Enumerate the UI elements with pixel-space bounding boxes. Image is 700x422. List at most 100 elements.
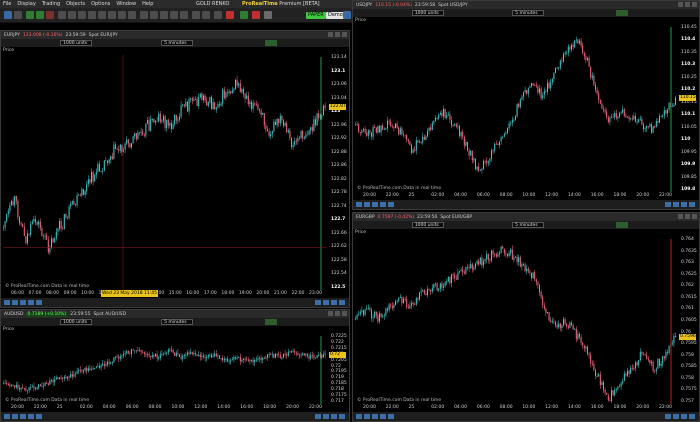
menu-display[interactable]: Display	[14, 1, 38, 7]
sell-icon[interactable]	[252, 11, 260, 19]
print-icon[interactable]	[12, 300, 18, 305]
candle-body	[555, 67, 556, 73]
link-icon[interactable]	[388, 414, 394, 419]
window-icon[interactable]	[343, 11, 351, 19]
settings-icon[interactable]	[28, 300, 34, 305]
time-tick: 22:00	[309, 405, 322, 410]
expand-icon[interactable]	[689, 202, 695, 207]
candle-body	[279, 354, 281, 359]
time-axis[interactable]: 20:00 22:00 25 02:00 04:00 06:00 08:00 10:00 12:…	[1, 404, 327, 411]
search-icon[interactable]	[681, 414, 687, 419]
candle-body	[30, 386, 32, 388]
target-icon[interactable]	[214, 11, 222, 19]
candle-body	[364, 128, 366, 133]
pointer-icon[interactable]	[58, 11, 66, 19]
record-icon[interactable]	[226, 11, 234, 19]
print-icon[interactable]	[364, 202, 370, 207]
candle-chart[interactable]	[353, 1, 699, 209]
candle-body	[121, 355, 123, 357]
candle-body	[399, 297, 401, 298]
candle-chart[interactable]	[1, 31, 349, 307]
share-icon[interactable]	[372, 202, 378, 207]
search-icon[interactable]	[331, 300, 337, 305]
layout-icon[interactable]	[14, 11, 22, 19]
buy-icon[interactable]	[240, 11, 248, 19]
zoom-out-icon[interactable]	[323, 414, 329, 419]
save-icon[interactable]	[356, 414, 362, 419]
zoom-out-icon[interactable]	[673, 202, 679, 207]
link-icon[interactable]	[36, 414, 42, 419]
zoom-in-icon[interactable]	[315, 300, 321, 305]
zoom-in-icon[interactable]	[665, 414, 671, 419]
settings-icon[interactable]	[28, 414, 34, 419]
candle-body	[255, 104, 257, 106]
zoom-in-icon[interactable]	[665, 202, 671, 207]
settings-icon[interactable]	[380, 202, 386, 207]
search-icon[interactable]	[681, 202, 687, 207]
save-icon[interactable]	[4, 300, 10, 305]
candle-body	[603, 382, 604, 390]
trend-tool-icon[interactable]	[98, 11, 106, 19]
save-icon[interactable]	[356, 202, 362, 207]
expand-icon[interactable]	[689, 414, 695, 419]
menu-window[interactable]: Window	[113, 1, 139, 7]
link-icon[interactable]	[388, 202, 394, 207]
menu-trading[interactable]: Trading	[39, 1, 63, 7]
time-axis[interactable]: 06:0007:0008:0009:0010:0011:0012:0013:00…	[1, 290, 327, 297]
candle-chart[interactable]	[353, 213, 699, 421]
candle-body	[507, 128, 508, 134]
line-tool-icon[interactable]	[68, 11, 76, 19]
menu-help[interactable]: Help	[139, 1, 156, 7]
new-window-icon[interactable]	[4, 11, 12, 19]
save-icon[interactable]	[4, 414, 10, 419]
candle-body	[140, 350, 142, 352]
expand-icon[interactable]	[339, 300, 345, 305]
zoom-out-icon[interactable]	[323, 300, 329, 305]
candle-body	[612, 116, 614, 118]
ellipse-tool-icon[interactable]	[160, 11, 168, 19]
time-tick: 18:00	[221, 291, 235, 296]
circle-shape-icon[interactable]	[202, 11, 210, 19]
ray-tool-icon[interactable]	[108, 11, 116, 19]
curve-tool-icon[interactable]	[128, 11, 136, 19]
price-axis[interactable]: 0.764 0.7635 0.763 0.7625 0.762 0.7615 0.761 0.…	[679, 237, 699, 404]
expand-icon[interactable]	[339, 414, 345, 419]
candle-body	[355, 318, 356, 320]
link-icon[interactable]	[36, 300, 42, 305]
candle-body	[611, 116, 612, 118]
share-icon[interactable]	[372, 414, 378, 419]
candle-body	[481, 257, 483, 266]
delete-icon[interactable]	[180, 11, 188, 19]
zoom-out-icon[interactable]	[673, 414, 679, 419]
flag-icon[interactable]	[264, 11, 272, 19]
time-tick: 20:00	[256, 291, 270, 296]
share-icon[interactable]	[20, 414, 26, 419]
scissors-icon[interactable]	[170, 11, 178, 19]
share-icon[interactable]	[20, 300, 26, 305]
print-icon[interactable]	[12, 414, 18, 419]
settings-icon[interactable]	[380, 414, 386, 419]
text-tool-icon[interactable]	[140, 11, 148, 19]
print-icon[interactable]	[364, 414, 370, 419]
arrow-tool-icon[interactable]	[118, 11, 126, 19]
candle-body	[107, 160, 108, 164]
price-axis[interactable]: 123.14 123.1 123.06 123.04 123 122.96 122.92 12…	[329, 55, 349, 290]
menu-file[interactable]: File	[0, 1, 14, 7]
indicator-icon[interactable]	[36, 11, 44, 19]
alert-icon[interactable]	[46, 11, 54, 19]
candle-body	[513, 119, 515, 121]
channel-tool-icon[interactable]	[88, 11, 96, 19]
chart-icon[interactable]	[26, 11, 34, 19]
price-axis[interactable]: 0.72250.7220.72150.7210.72050.720.71950.…	[329, 334, 349, 404]
menu-objects[interactable]: Objects	[63, 1, 88, 7]
account-button[interactable]: PAPER	[306, 12, 326, 19]
time-axis[interactable]: 20:00 22:00 25 02:00 04:00 06:00 08:00 10:00 12:…	[353, 404, 677, 411]
rect-shape-icon[interactable]	[192, 11, 200, 19]
price-axis[interactable]: 110.45 110.4 110.35 110.3 110.25 110.2 110.15 1…	[679, 25, 699, 192]
zoom-in-icon[interactable]	[315, 414, 321, 419]
rectangle-tool-icon[interactable]	[150, 11, 158, 19]
fib-tool-icon[interactable]	[78, 11, 86, 19]
search-icon[interactable]	[331, 414, 337, 419]
menu-options[interactable]: Options	[88, 1, 113, 7]
time-axis[interactable]: 20:00 22:00 25 02:00 04:00 06:00 08:00 10:00 12:…	[353, 192, 677, 199]
